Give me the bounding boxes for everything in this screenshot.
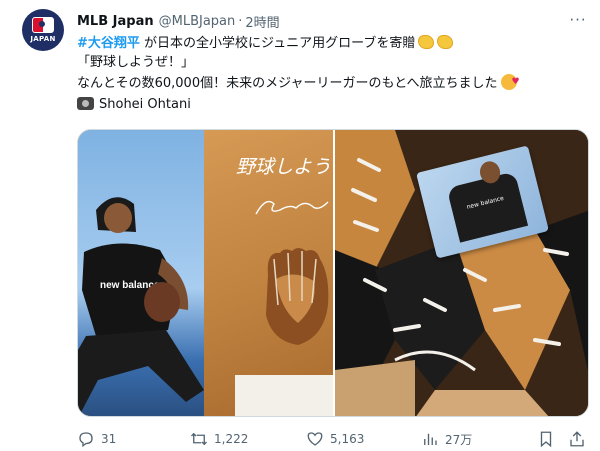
- handwritten-message: 野球しよう: [236, 156, 332, 178]
- photo-credit: Shohei Ohtani: [77, 95, 191, 115]
- junior-glove-photo: [266, 248, 329, 345]
- clapping-hands-icon: [437, 35, 454, 49]
- bookmark-button[interactable]: [537, 428, 555, 450]
- photo-gloves-box[interactable]: new balance: [335, 130, 588, 416]
- tweet-text-line-3-text: なんとその数60,000個！未来のメジャーリーガーのもとへ旅立ちました: [77, 76, 498, 91]
- bookmark-icon: [540, 431, 552, 448]
- repost-button[interactable]: 1,222: [190, 428, 248, 450]
- like-count: 5,163: [330, 432, 365, 446]
- smiling-face-hearts-icon: [500, 72, 520, 92]
- timestamp[interactable]: 2時間: [245, 12, 279, 31]
- reply-count: 31: [101, 432, 117, 446]
- account-handle[interactable]: @MLBJapan: [159, 14, 236, 29]
- player-figure: new balance: [78, 197, 204, 416]
- avatar-label: JAPAN: [30, 35, 56, 43]
- photo-ohtani-pitching[interactable]: new balance 野球しよう: [78, 130, 333, 416]
- tweet-actions: 31 1,222 5,163 27万: [77, 428, 590, 450]
- views-icon: [424, 433, 437, 445]
- signature-drawing: [255, 200, 329, 215]
- tweet-text-line-1-rest: が日本の全小学校にジュニア用グローブを寄贈: [139, 36, 416, 51]
- tweet-text-line-2: 「野球しようぜ！」: [77, 55, 195, 70]
- account-name[interactable]: MLB Japan: [77, 14, 154, 29]
- tweet-text-line-1: #大谷翔平 が日本の全小学校にジュニア用グローブを寄贈: [77, 34, 454, 54]
- camera-icon: [77, 97, 94, 110]
- views-count: 27万: [445, 432, 473, 447]
- avatar[interactable]: JAPAN: [22, 9, 64, 51]
- display-pedestal: [235, 375, 333, 416]
- photo-credit-text: Shohei Ohtani: [99, 97, 191, 112]
- clapping-hands-icon: [418, 35, 435, 49]
- repost-count: 1,222: [214, 432, 249, 446]
- share-button[interactable]: [568, 428, 586, 450]
- tweet-header: MLB Japan @MLBJapan · 2時間: [77, 12, 280, 31]
- views-button[interactable]: 27万: [421, 428, 472, 450]
- mlb-logo: [32, 17, 54, 33]
- media-grid[interactable]: new balance 野球しよう new balance: [77, 129, 589, 417]
- heart-icon: [307, 432, 323, 446]
- reply-button[interactable]: 31: [77, 428, 116, 450]
- separator: ·: [238, 13, 243, 29]
- reply-icon: [79, 432, 93, 448]
- more-options-button[interactable]: ···: [566, 11, 590, 29]
- tweet-text-line-3: なんとその数60,000個！未来のメジャーリーガーのもとへ旅立ちました: [77, 72, 520, 94]
- hashtag-link[interactable]: #大谷翔平: [77, 36, 140, 51]
- share-icon: [570, 431, 584, 447]
- like-button[interactable]: 5,163: [306, 428, 364, 450]
- repost-icon: [191, 432, 207, 446]
